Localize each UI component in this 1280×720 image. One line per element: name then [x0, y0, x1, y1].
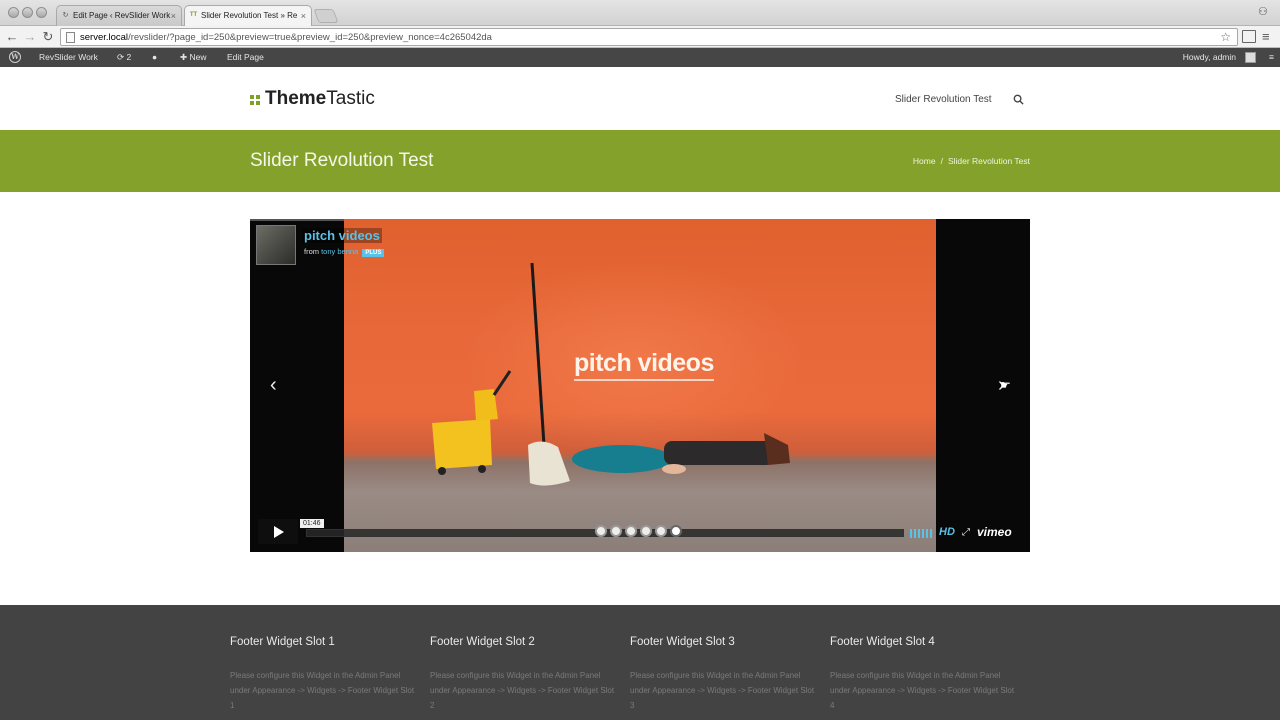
slider-bullet[interactable]	[670, 525, 682, 537]
forward-arrow-icon[interactable]: →	[22, 29, 38, 45]
avatar[interactable]	[1245, 52, 1256, 63]
comments-icon[interactable]: ●	[152, 52, 157, 62]
menu-icon[interactable]: ≡	[1269, 52, 1274, 62]
new-tab-button[interactable]	[313, 9, 339, 23]
slider-prev-arrow-icon[interactable]: ‹	[270, 375, 277, 395]
nav-item-slider-revolution-test[interactable]: Slider Revolution Test	[895, 94, 992, 105]
footer-widget-title: Footer Widget Slot 4	[830, 636, 935, 648]
footer-widget-text: Please configure this Widget in the Admi…	[630, 671, 815, 710]
themetastic-favicon-icon: TT	[189, 12, 198, 18]
hd-toggle[interactable]: HD	[939, 526, 955, 538]
video-byline: from tony benna PLUS	[304, 247, 385, 257]
wordpress-logo-icon[interactable]: W	[9, 51, 21, 63]
bookmark-star-icon[interactable]: ☆	[1220, 30, 1231, 44]
video-play-button[interactable]	[258, 519, 298, 544]
browser-toolbar: ← → ↻ server.local/revslider/?page_id=25…	[0, 26, 1280, 48]
breadcrumb-home[interactable]: Home	[913, 156, 936, 166]
close-icon[interactable]: ×	[301, 11, 306, 21]
close-window-button[interactable]	[8, 7, 19, 18]
site-footer: Footer Widget Slot 1 Please configure th…	[0, 605, 1280, 720]
video-author-link[interactable]: tony benna	[321, 247, 358, 256]
site-logo[interactable]: ThemeTastic	[265, 88, 375, 110]
admin-site-name[interactable]: RevSlider Work	[39, 52, 98, 62]
extension-icon[interactable]	[1242, 30, 1256, 43]
footer-widget-text: Please configure this Widget in the Admi…	[230, 671, 415, 710]
user-profile-icon[interactable]: ⚇	[1258, 6, 1270, 18]
video-time: 01:46	[300, 519, 324, 528]
mouse-cursor-icon: ☛	[1000, 378, 1011, 392]
video-frame[interactable]: pitch videos	[344, 219, 936, 552]
page-title: Slider Revolution Test	[250, 150, 434, 171]
slider-bullet[interactable]	[625, 525, 637, 537]
vimeo-logo[interactable]: vimeo	[977, 525, 1012, 539]
tab-edit-page[interactable]: ↻ Edit Page ‹ RevSlider Work ×	[56, 5, 182, 26]
url-text: server.local/revslider/?page_id=250&prev…	[80, 32, 492, 43]
logo-mark-icon	[250, 95, 260, 105]
video-author-thumbnail[interactable]	[256, 225, 296, 265]
tab-label: Slider Revolution Test » Re	[201, 11, 298, 20]
video-still-scene	[432, 262, 790, 486]
new-item[interactable]: ✚ New	[180, 52, 207, 63]
video-overlay-title: pitch videos	[574, 349, 714, 381]
new-label: New	[189, 52, 207, 62]
reload-icon[interactable]: ↻	[40, 29, 56, 45]
video-title-link[interactable]: pitch videos	[302, 228, 382, 243]
back-arrow-icon[interactable]: ←	[4, 29, 20, 45]
revolution-slider: pitch videos pitch videos from tony benn…	[250, 219, 1030, 552]
slider-bullet[interactable]	[595, 525, 607, 537]
footer-widget-text: Please configure this Widget in the Admi…	[430, 671, 615, 710]
site-header: ThemeTastic Slider Revolution Test	[0, 67, 1280, 130]
howdy-admin[interactable]: Howdy, admin	[1183, 52, 1236, 62]
slider-bullet[interactable]	[640, 525, 652, 537]
loading-icon: ↻	[62, 12, 69, 19]
footer-widget-text: Please configure this Widget in the Admi…	[830, 671, 1015, 710]
page-icon	[66, 32, 75, 43]
browser-tab-strip: ↻ Edit Page ‹ RevSlider Work × TT Slider…	[0, 0, 1280, 26]
menu-icon[interactable]: ≡	[1262, 29, 1270, 44]
updates-count: 2	[126, 52, 132, 62]
footer-widget-title: Footer Widget Slot 3	[630, 636, 735, 648]
address-bar[interactable]: server.local/revslider/?page_id=250&prev…	[60, 28, 1238, 46]
zoom-window-button[interactable]	[36, 7, 47, 18]
page-title-band: Slider Revolution Test Home / Slider Revol…	[0, 130, 1280, 192]
plus-badge: PLUS	[362, 249, 385, 257]
refresh-icon: ⟳	[117, 52, 125, 62]
slider-bullet[interactable]	[655, 525, 667, 537]
edit-page-link[interactable]: Edit Page	[227, 52, 264, 62]
breadcrumb-separator: /	[940, 156, 943, 166]
slider-bullets	[595, 525, 685, 537]
tab-label: Edit Page ‹ RevSlider Work	[73, 11, 171, 20]
close-icon[interactable]: ×	[171, 11, 176, 21]
fullscreen-icon[interactable]: ⤢	[962, 527, 970, 538]
breadcrumb: Home / Slider Revolution Test	[913, 156, 1030, 166]
search-icon[interactable]	[1013, 94, 1024, 105]
wp-admin-bar: W RevSlider Work ⟳ 2 ● ✚ New Edit Page H…	[0, 48, 1280, 67]
plus-icon: ✚	[180, 52, 188, 62]
footer-widget-title: Footer Widget Slot 1	[230, 636, 335, 648]
tab-slider-revolution-test[interactable]: TT Slider Revolution Test » Re ×	[184, 5, 312, 26]
footer-widget-title: Footer Widget Slot 2	[430, 636, 535, 648]
slider-bullet[interactable]	[610, 525, 622, 537]
updates-item[interactable]: ⟳ 2	[117, 52, 131, 63]
breadcrumb-current: Slider Revolution Test	[947, 156, 1030, 166]
minimize-window-button[interactable]	[22, 7, 33, 18]
volume-icon[interactable]	[910, 529, 934, 538]
